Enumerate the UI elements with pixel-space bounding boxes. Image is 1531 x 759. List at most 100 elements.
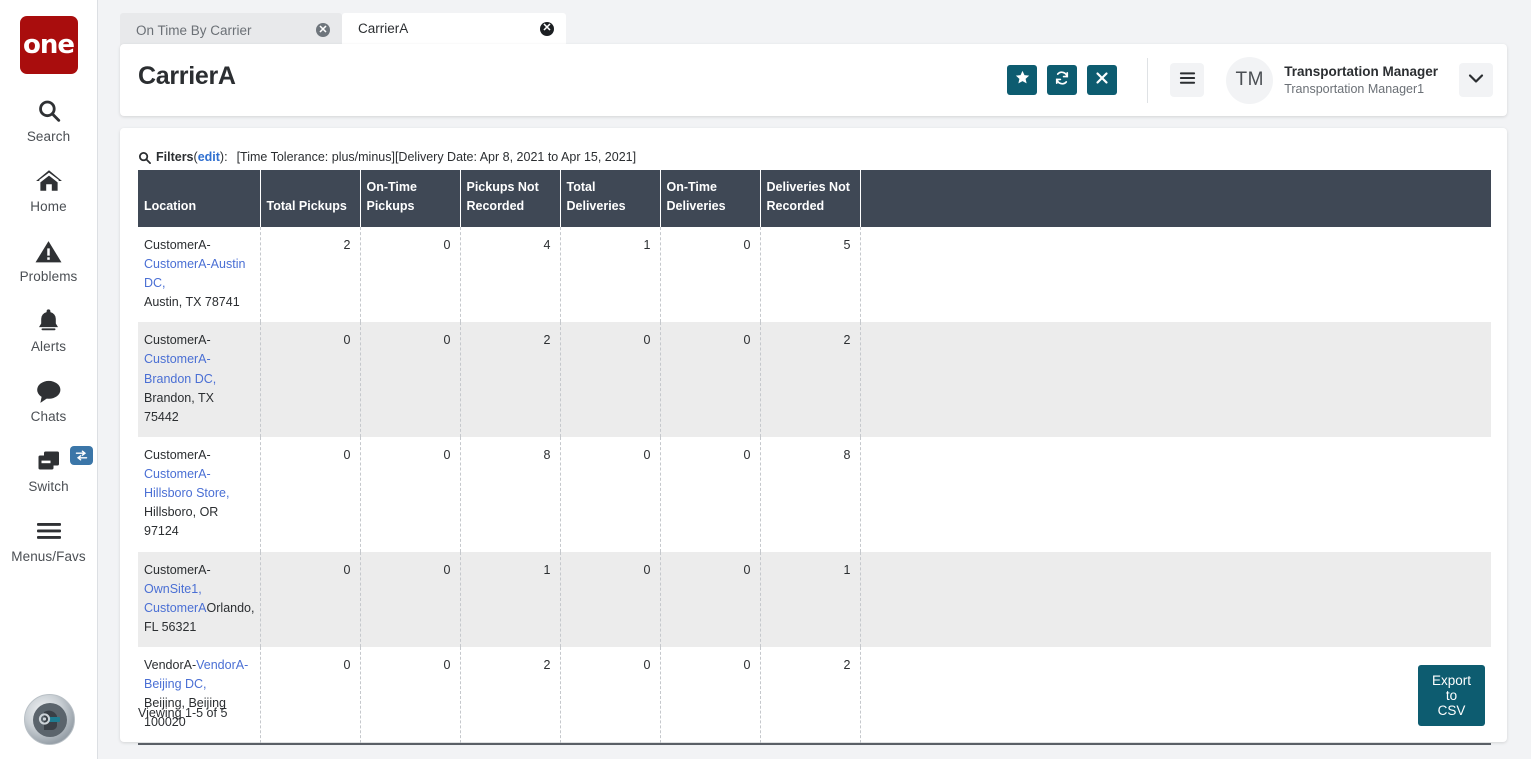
location-link[interactable]: CustomerA-Brandon DC, [144,352,216,385]
location-address: Austin, TX 78741 [144,295,240,309]
cell-on-time-deliveries: 0 [660,437,760,552]
avatar[interactable]: TM [1226,57,1273,104]
filters-edit-link[interactable]: edit [198,150,220,164]
column-header-location[interactable]: Location [138,170,260,227]
cell-on-time-pickups: 0 [360,552,460,648]
avatar-initials: TM [1236,69,1264,91]
cell-on-time-pickups: 0 [360,227,460,323]
user-name: Transportation Manager [1284,63,1438,81]
cell-location: CustomerA- CustomerA-Hillsboro Store, Hil… [138,437,260,552]
filters-bar: Filters ( edit ): [Time Tolerance: plus/… [138,150,636,164]
user-role: Transportation Manager1 [1284,81,1438,97]
location-link[interactable]: CustomerA-Hillsboro Store, [144,467,229,500]
cell-filler [860,322,1491,437]
sidebar-item-menus-favs[interactable]: Menus/Favs [0,516,98,564]
refresh-button[interactable] [1047,65,1077,95]
cell-on-time-deliveries: 0 [660,322,760,437]
cell-total-pickups: 0 [260,647,360,744]
menu-button[interactable] [1170,63,1204,97]
one-logo[interactable]: one [20,16,78,74]
cell-on-time-deliveries: 0 [660,227,760,323]
location-address: Brandon, TX 75442 [144,391,214,424]
location-prefix: VendorA- [144,658,196,672]
sidebar-item-label: Switch [28,479,68,494]
sidebar-item-label: Chats [31,409,67,424]
sidebar-item-switch[interactable]: Switch [0,446,98,494]
cell-location: CustomerA-CustomerA-Austin DC, Austin, T… [138,227,260,323]
close-icon[interactable]: ✕ [540,22,554,36]
column-header-filler [860,170,1491,227]
user-menu-button[interactable] [1459,63,1493,97]
column-header-total-deliveries[interactable]: Total Deliveries [560,170,660,227]
column-header-total-pickups[interactable]: Total Pickups [260,170,360,227]
location-link[interactable]: OwnSite1, [144,582,202,596]
cell-pickups-not-recorded: 2 [460,322,560,437]
search-icon [138,151,151,164]
location-address: Hillsboro, OR 97124 [144,505,218,538]
main-area: On Time By Carrier ✕ CarrierA ✕ CarrierA [98,0,1531,759]
cell-total-pickups: 2 [260,227,360,323]
column-header-deliveries-not-recorded[interactable]: Deliveries Not Recorded [760,170,860,227]
table-header: Location Total Pickups On-Time Pickups P… [138,170,1491,227]
favorite-button[interactable] [1007,65,1037,95]
hamburger-icon [1179,71,1196,90]
close-page-button[interactable] [1087,65,1117,95]
cell-on-time-pickups: 0 [360,322,460,437]
tab-on-time-by-carrier[interactable]: On Time By Carrier ✕ [120,13,342,47]
cell-pickups-not-recorded: 4 [460,227,560,323]
tab-bar: On Time By Carrier ✕ CarrierA ✕ [120,13,566,47]
column-header-on-time-deliveries[interactable]: On-Time Deliveries [660,170,760,227]
table-row[interactable]: CustomerA-CustomerA-Austin DC, Austin, T… [138,227,1491,323]
cell-total-pickups: 0 [260,552,360,648]
cell-location: CustomerA-OwnSite1, CustomerAOrlando, FL… [138,552,260,648]
table-body: CustomerA- CustomerA-Austin DC, Austin, T… [138,227,1491,744]
switch-windows-icon [35,446,63,476]
results-table: Location Total Pickups On-Time Pickups P… [138,170,1491,745]
cell-filler [860,437,1491,552]
location-prefix: CustomerA- [144,448,211,462]
cell-deliveries-not-recorded: 8 [760,437,860,552]
export-to-csv-button[interactable]: Export to CSV [1418,665,1485,726]
sidebar-item-chats[interactable]: Chats [0,376,98,424]
cell-location: CustomerA-CustomerA-Brandon DC, Brandon,… [138,322,260,437]
chevron-down-icon [1468,71,1484,89]
filters-close-paren: ): [220,150,228,164]
close-icon[interactable]: ✕ [316,23,330,37]
assistant-avatar[interactable] [24,694,75,745]
cell-pickups-not-recorded: 2 [460,647,560,744]
location-link-secondary[interactable]: CustomerA [144,601,207,615]
sidebar-item-search[interactable]: Search [0,96,98,144]
switch-badge-icon[interactable] [70,446,93,465]
sidebar-item-home[interactable]: Home [0,166,98,214]
table-row[interactable]: CustomerA-OwnSite1, CustomerAOrlando, FL… [138,552,1491,648]
refresh-icon [1054,70,1070,91]
sidebar-item-label: Search [27,129,70,144]
cell-deliveries-not-recorded: 5 [760,227,860,323]
table-row[interactable]: CustomerA- CustomerA-Hillsboro Store, Hil… [138,437,1491,552]
logo-text: one [23,30,74,60]
viewing-count: Viewing 1-5 of 5 [138,706,227,720]
cell-total-deliveries: 0 [560,552,660,648]
warning-triangle-icon [35,236,62,266]
cell-total-deliveries: 1 [560,227,660,323]
table-header-row: Location Total Pickups On-Time Pickups P… [138,170,1491,227]
page-title: CarrierA [138,62,236,91]
tab-carriera[interactable]: CarrierA ✕ [342,13,566,47]
sidebar-item-label: Problems [20,269,78,284]
header-actions: TM Transportation Manager Transportation… [997,56,1493,104]
cell-deliveries-not-recorded: 1 [760,552,860,648]
filters-values: [Time Tolerance: plus/minus][Delivery Da… [237,150,637,164]
location-prefix: CustomerA- [144,563,211,577]
page-header-card: CarrierA [120,44,1507,116]
column-header-on-time-pickups[interactable]: On-Time Pickups [360,170,460,227]
sidebar-item-alerts[interactable]: Alerts [0,306,98,354]
table-row[interactable]: CustomerA-CustomerA-Brandon DC, Brandon,… [138,322,1491,437]
cell-filler [860,647,1491,744]
column-header-pickups-not-recorded[interactable]: Pickups Not Recorded [460,170,560,227]
cell-filler [860,227,1491,323]
table-row[interactable]: VendorA-VendorA-Beijing DC, Beijing, Bei… [138,647,1491,744]
location-link[interactable]: CustomerA-Austin DC, [144,257,245,290]
cell-on-time-pickups: 0 [360,437,460,552]
sidebar-item-problems[interactable]: Problems [0,236,98,284]
tab-label: On Time By Carrier [136,23,316,38]
